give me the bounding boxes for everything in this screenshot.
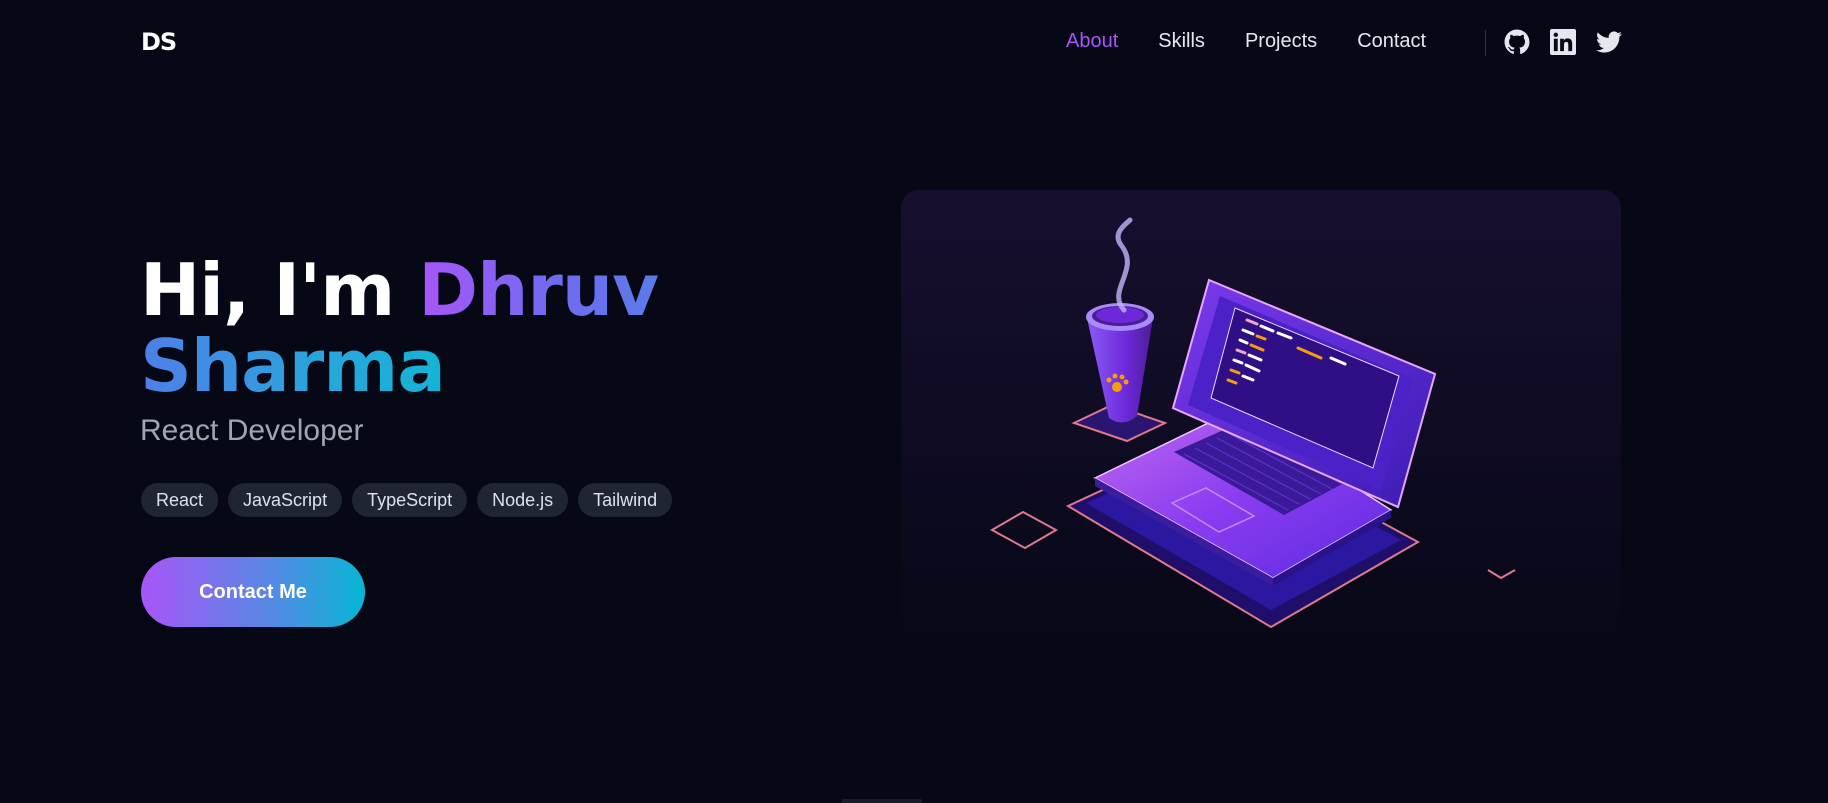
nav-link-skills[interactable]: Skills (1158, 30, 1205, 53)
skill-tag: JavaScript (228, 483, 343, 517)
skill-tag: Tailwind (578, 483, 673, 517)
nav-link-about[interactable]: About (1066, 30, 1118, 53)
social-links (1504, 29, 1622, 55)
contact-me-button[interactable]: Contact Me (141, 557, 365, 627)
hero-illustration (901, 190, 1621, 660)
navbar: DS About Skills Projects Contact (0, 0, 1828, 88)
page: DS About Skills Projects Contact Hi, I'm… (0, 0, 1828, 803)
hero-greeting: Hi, I'm (140, 248, 395, 332)
nav-links: About Skills Projects Contact (1066, 30, 1426, 53)
skill-tags: React JavaScript TypeScript Node.js Tail… (141, 483, 673, 517)
skill-tag: TypeScript (352, 483, 468, 517)
hero-role: React Developer (140, 414, 364, 447)
site-logo[interactable]: DS (141, 28, 177, 56)
linkedin-icon[interactable] (1550, 29, 1576, 55)
skill-tag: React (141, 483, 219, 517)
nav-divider (1485, 30, 1486, 56)
hero-title: Hi, I'm Dhruv Sharma (140, 252, 659, 404)
laptop-illustration (989, 217, 1516, 629)
nav-link-projects[interactable]: Projects (1245, 30, 1317, 53)
hero-last-name: Sharma (140, 324, 446, 408)
skill-tag: Node.js (477, 483, 569, 517)
hero-first-name: Dhruv (418, 248, 659, 332)
github-icon[interactable] (1504, 29, 1530, 55)
twitter-icon[interactable] (1596, 29, 1622, 55)
nav-link-contact[interactable]: Contact (1357, 30, 1426, 53)
scroll-indicator (842, 799, 922, 803)
